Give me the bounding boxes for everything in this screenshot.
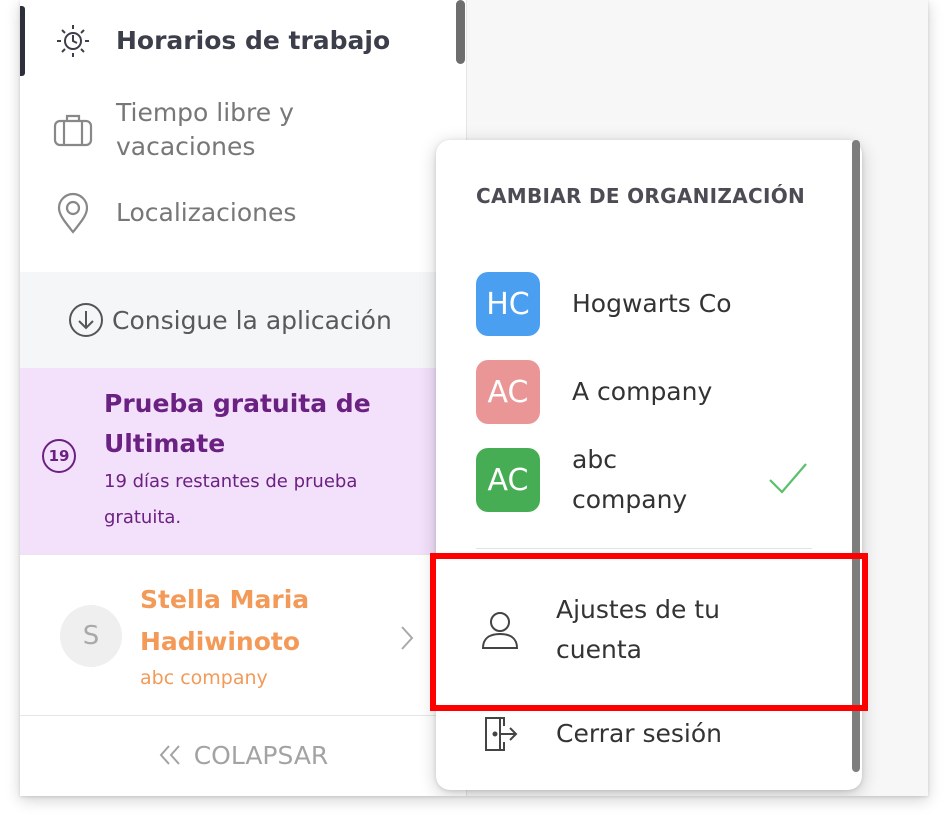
trial-subtitle: 19 días restantes de prueba gratuita. — [104, 471, 358, 528]
user-name: Stella Maria Hadiwinoto — [140, 585, 310, 656]
double-chevron-left-icon — [158, 744, 182, 766]
collapse-label: COLAPSAR — [193, 740, 329, 770]
trial-days-badge: 19 — [42, 439, 76, 473]
highlight-box — [430, 553, 868, 711]
avatar: S — [60, 605, 122, 667]
logout-label: Cerrar sesión — [556, 719, 723, 748]
active-indicator — [20, 6, 25, 76]
sidebar-item-locations[interactable]: Localizaciones — [50, 190, 296, 236]
org-name: A company — [572, 377, 713, 406]
chevron-right-icon — [400, 625, 414, 655]
get-app-label: Consigue la aplicación — [112, 305, 392, 335]
section-title: CAMBIAR DE ORGANIZACIÓN — [476, 184, 806, 208]
org-item-hogwarts[interactable]: HC Hogwarts Co — [476, 272, 836, 338]
logout-item[interactable]: Cerrar sesión — [436, 714, 852, 754]
location-pin-icon — [50, 190, 96, 236]
user-company: abc company — [140, 667, 268, 689]
sidebar-item-label: Horarios de trabajo — [116, 26, 391, 55]
logout-icon — [480, 714, 520, 754]
sidebar-item-time-off[interactable]: Tiempo libre y vacaciones — [50, 96, 336, 164]
suitcase-icon — [50, 107, 96, 153]
org-avatar: AC — [476, 360, 540, 424]
get-app-link[interactable]: Consigue la aplicación — [20, 272, 466, 368]
sidebar-item-label: Localizaciones — [116, 198, 297, 227]
org-name: Hogwarts Co — [572, 289, 732, 318]
collapse-button[interactable]: COLAPSAR — [20, 714, 466, 796]
sidebar-item-work-schedules[interactable]: Horarios de trabajo — [50, 18, 390, 64]
org-item-a-company[interactable]: AC A company — [476, 360, 836, 426]
trial-title: Prueba gratuita de Ultimate — [104, 389, 371, 458]
divider — [476, 548, 812, 549]
sun-clock-icon — [50, 18, 96, 64]
org-avatar: AC — [476, 448, 540, 512]
org-item-abc-company[interactable]: AC abc company — [476, 445, 836, 528]
download-circle-icon — [66, 300, 106, 340]
sidebar: Horarios de trabajo Tiempo libre y vacac… — [20, 0, 467, 796]
sidebar-item-label: Tiempo libre y vacaciones — [116, 98, 294, 161]
org-avatar: HC — [476, 272, 540, 336]
checkmark-icon — [766, 458, 810, 502]
sidebar-scrollbar[interactable] — [456, 0, 465, 64]
trial-banner[interactable]: 19 Prueba gratuita de Ultimate 19 días r… — [20, 368, 466, 554]
user-profile[interactable]: S Stella Maria Hadiwinoto abc company — [20, 554, 466, 716]
org-name: abc company — [572, 445, 688, 514]
